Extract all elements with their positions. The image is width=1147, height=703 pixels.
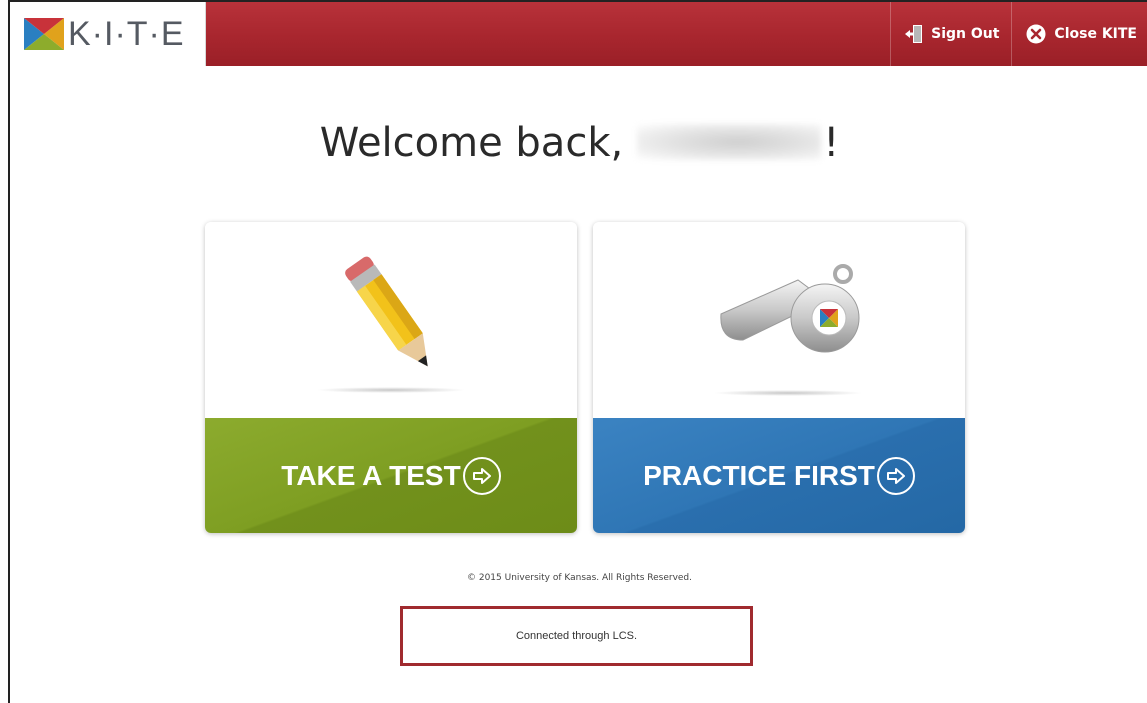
top-bar: K·I·T·E Sign Out Close KITE	[10, 2, 1147, 66]
copyright-text: © 2015 University of Kansas. All Rights …	[466, 573, 693, 583]
practice-first-image	[593, 222, 965, 418]
sign-out-icon	[905, 25, 923, 43]
sign-out-label: Sign Out	[931, 26, 1000, 42]
welcome-prefix: Welcome back,	[319, 120, 624, 166]
practice-first-button[interactable]: PRACTICE FIRST	[593, 418, 965, 533]
take-a-test-card[interactable]: TAKE A TEST	[205, 222, 577, 533]
sign-out-button[interactable]: Sign Out	[890, 2, 1011, 66]
header-actions: Sign Out Close KITE	[890, 2, 1147, 66]
kite-logo: K·I·T·E	[10, 2, 206, 66]
take-a-test-button[interactable]: TAKE A TEST	[205, 418, 577, 533]
whistle-shadow	[713, 390, 863, 396]
take-a-test-image	[205, 222, 577, 418]
take-a-test-label: TAKE A TEST	[281, 459, 461, 491]
welcome-suffix: !	[823, 120, 840, 166]
connection-status-box: Connected through LCS.	[400, 606, 753, 666]
close-kite-button[interactable]: Close KITE	[1011, 2, 1147, 66]
practice-first-card[interactable]: PRACTICE FIRST	[593, 222, 965, 533]
pencil-shadow	[316, 387, 466, 393]
arrow-right-icon	[876, 456, 915, 495]
welcome-heading: Welcome back,!	[10, 120, 1147, 166]
close-kite-label: Close KITE	[1054, 26, 1137, 42]
app-window: K·I·T·E Sign Out Close KITE Welcome back…	[8, 0, 1147, 703]
close-icon	[1026, 24, 1046, 44]
logo-text: K·I·T·E	[68, 15, 185, 53]
whistle-icon	[720, 264, 860, 353]
arrow-right-icon	[462, 456, 501, 495]
connection-status-text: Connected through LCS.	[515, 630, 638, 642]
practice-first-label: PRACTICE FIRST	[643, 459, 875, 491]
blurred-username	[637, 124, 822, 160]
kite-logo-icon	[24, 18, 64, 50]
